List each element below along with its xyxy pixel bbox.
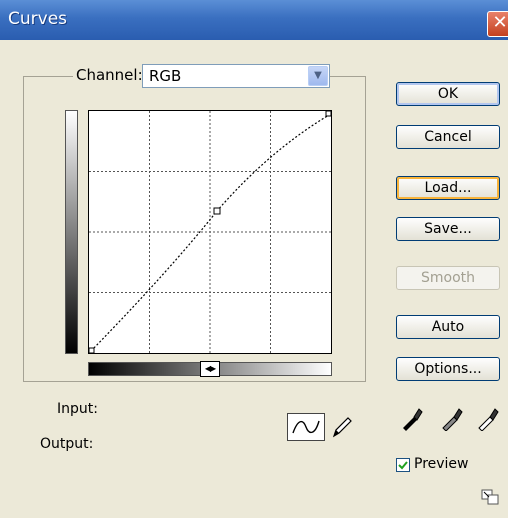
white-eyedropper-icon[interactable] bbox=[476, 405, 500, 431]
curve-point-mid[interactable] bbox=[213, 207, 221, 215]
curve-svg bbox=[89, 111, 331, 353]
preview-checkbox[interactable] bbox=[396, 458, 410, 472]
curve-icon bbox=[292, 420, 320, 434]
ok-button[interactable]: OK bbox=[396, 82, 500, 106]
gradient-toggle-icon[interactable]: ◀▶ bbox=[200, 361, 220, 377]
output-gradient-bar bbox=[65, 110, 78, 354]
input-label: Input: bbox=[57, 401, 98, 417]
channel-value: RGB bbox=[149, 67, 182, 85]
curve-point-white[interactable] bbox=[325, 111, 331, 117]
cancel-button[interactable]: Cancel bbox=[396, 125, 500, 149]
preview-label: Preview bbox=[414, 456, 469, 472]
pencil-icon[interactable] bbox=[330, 414, 354, 440]
channel-select[interactable]: RGB ▼ bbox=[142, 64, 330, 88]
curve-tool-button[interactable] bbox=[287, 413, 325, 441]
close-button[interactable]: ✕ bbox=[487, 11, 508, 37]
title-bar: Curves ✕ bbox=[0, 0, 508, 40]
curve-graph[interactable] bbox=[88, 110, 332, 354]
save-button[interactable]: Save... bbox=[396, 217, 500, 241]
curve-point-black[interactable] bbox=[89, 347, 95, 353]
output-label: Output: bbox=[40, 436, 94, 452]
checkmark-icon bbox=[398, 461, 408, 470]
channel-label: Channel: bbox=[73, 66, 146, 84]
chevron-down-icon[interactable]: ▼ bbox=[308, 66, 328, 86]
smooth-button[interactable]: Smooth bbox=[396, 266, 500, 290]
options-button[interactable]: Options... bbox=[396, 357, 500, 381]
gray-eyedropper-icon[interactable] bbox=[440, 405, 464, 431]
load-button[interactable]: Load... bbox=[396, 176, 500, 200]
window-title: Curves bbox=[8, 9, 68, 29]
resize-icon[interactable] bbox=[481, 489, 499, 505]
auto-button[interactable]: Auto bbox=[396, 315, 500, 339]
black-eyedropper-icon[interactable] bbox=[400, 405, 424, 431]
